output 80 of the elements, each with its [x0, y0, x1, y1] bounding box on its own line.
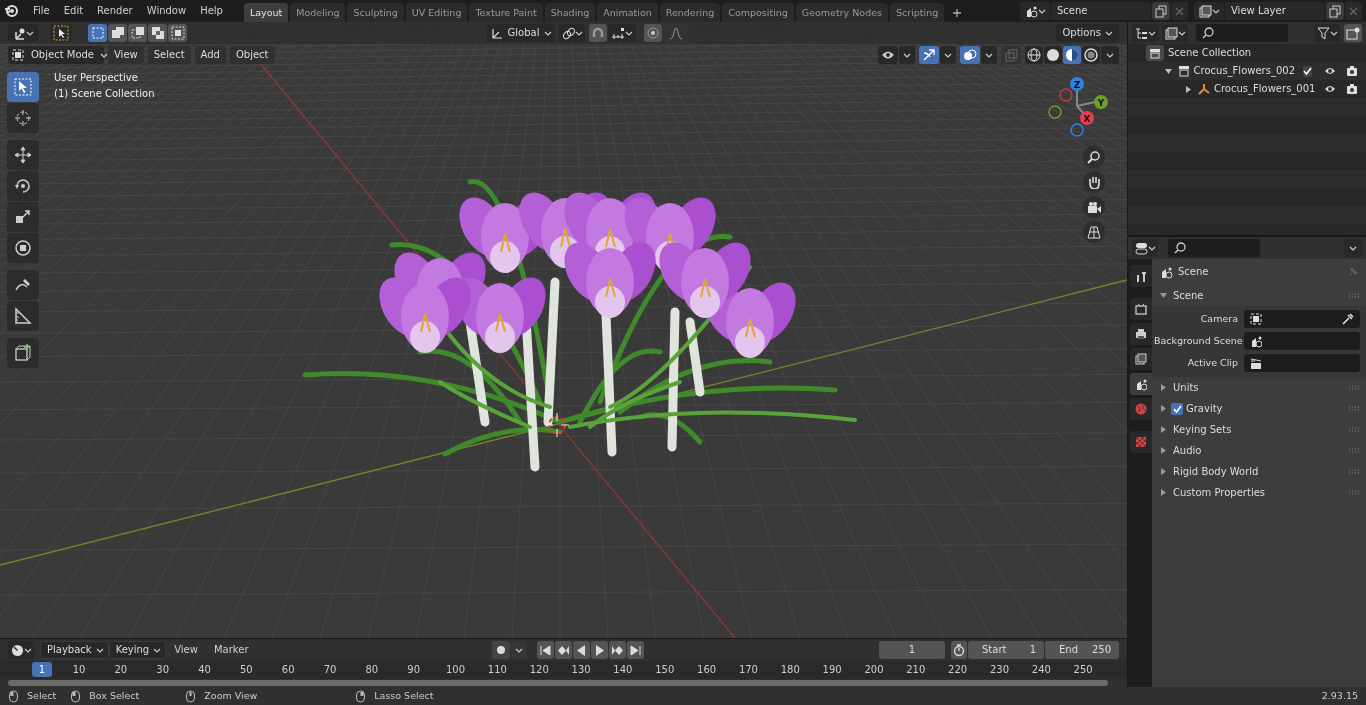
version-label: 2.93.15	[1321, 690, 1358, 702]
panel-title[interactable]: Units	[1173, 381, 1199, 394]
workspace-tab[interactable]: Rendering	[659, 2, 721, 22]
menu-dropdown[interactable]: Playback	[40, 641, 109, 659]
workspace-tab[interactable]: Shading	[544, 2, 596, 22]
options-dropdown[interactable]: Options	[1056, 24, 1119, 42]
workspace-tab[interactable]: Geometry Nodes	[795, 2, 888, 22]
workspace-tab[interactable]: Modeling	[290, 2, 346, 22]
menu-item[interactable]: View	[166, 641, 206, 659]
menu-item[interactable]: Help	[193, 3, 230, 19]
frame-number: 100	[445, 664, 467, 676]
frame-number: 250	[1072, 664, 1094, 676]
frame-number: 210	[905, 664, 927, 676]
end-frame-field[interactable]: End 250	[1045, 641, 1119, 659]
scene-field[interactable]: Scene	[1051, 2, 1151, 20]
frame-number: 240	[1030, 664, 1052, 676]
frame-number: 130	[570, 664, 592, 676]
field-label: Camera	[1199, 313, 1238, 325]
shortcut-hint: Select	[27, 690, 57, 702]
outliner-item-label[interactable]: Crocus_Flowers_002	[1193, 65, 1295, 77]
frame-number: 160	[696, 664, 718, 676]
shortcut-hint: Box Select	[89, 690, 140, 702]
viewport-info-text: (1) Scene Collection	[54, 88, 155, 100]
frame-number: 70	[322, 664, 338, 676]
viewport-info-text: User Perspective	[54, 72, 139, 84]
frame-number: 80	[364, 664, 380, 676]
transform-orientation-dropdown[interactable]: Global	[487, 24, 555, 42]
workspace-tab[interactable]: Layout	[243, 2, 289, 22]
menu-item[interactable]: View	[108, 46, 144, 64]
frame-number: 120	[528, 664, 550, 676]
frame-number: 150	[654, 664, 676, 676]
frame-number: 20	[113, 664, 129, 676]
frame-number: 220	[947, 664, 969, 676]
frame-number: 90	[406, 664, 422, 676]
menu-item[interactable]: Render	[90, 3, 140, 19]
workspace-tab[interactable]: Sculpting	[347, 2, 404, 22]
menu-item[interactable]: Edit	[56, 3, 91, 19]
frame-number: 140	[612, 664, 634, 676]
menu-item[interactable]: Object	[229, 46, 275, 64]
field-label: Active Clip	[1186, 357, 1238, 369]
frame-number: 50	[239, 664, 254, 676]
outliner-item-label[interactable]: Scene Collection	[1168, 47, 1252, 59]
workspace-tab[interactable]: UV Editing	[405, 2, 468, 22]
shortcut-hint: Zoom View	[204, 690, 258, 702]
menu-item[interactable]: File	[26, 3, 57, 19]
workspace-tab[interactable]: Compositing	[722, 2, 794, 22]
current-frame-indicator[interactable]: 1	[32, 662, 52, 677]
panel-title[interactable]: Gravity	[1186, 402, 1223, 415]
axis-handle[interactable]: Y	[1094, 95, 1108, 109]
workspace-tab[interactable]: Scripting	[889, 2, 945, 22]
panel-title[interactable]: Audio	[1173, 444, 1202, 457]
frame-number: 180	[779, 664, 801, 676]
frame-number: 110	[486, 664, 508, 676]
frame-number: 30	[155, 664, 171, 676]
frame-number: 230	[988, 664, 1010, 676]
axis-handle[interactable]: Z	[1070, 77, 1084, 91]
panel-title[interactable]: Custom Properties	[1173, 486, 1266, 499]
view-layer-field[interactable]: View Layer	[1225, 2, 1325, 20]
outliner-item-label[interactable]: Crocus_Flowers_001	[1214, 83, 1316, 95]
axis-handle[interactable]: X	[1080, 111, 1094, 125]
menu-dropdown[interactable]: Keying	[108, 641, 167, 659]
frame-number: 170	[737, 664, 759, 676]
current-frame-field[interactable]: 1	[879, 641, 945, 659]
panel-title[interactable]: Scene	[1173, 289, 1204, 302]
frame-number: 40	[197, 664, 212, 676]
frame-number: 60	[280, 664, 296, 676]
panel-title[interactable]: Rigid Body World	[1173, 465, 1259, 478]
frame-number: 200	[863, 664, 885, 676]
menu-item[interactable]: Window	[139, 3, 194, 19]
menu-item[interactable]: Select	[147, 46, 191, 64]
shortcut-hint: Lasso Select	[374, 690, 434, 702]
frame-number: 10	[71, 664, 87, 676]
frame-number: 190	[821, 664, 843, 676]
menu-item[interactable]: Add	[194, 46, 226, 64]
menu-item[interactable]: Marker	[205, 641, 257, 659]
context-label: Scene	[1178, 266, 1209, 278]
workspace-tab[interactable]: Texture Paint	[469, 2, 543, 22]
workspace-tab[interactable]: Animation	[597, 2, 658, 22]
start-frame-field[interactable]: Start 1	[968, 641, 1044, 659]
panel-title[interactable]: Keying Sets	[1173, 423, 1232, 436]
